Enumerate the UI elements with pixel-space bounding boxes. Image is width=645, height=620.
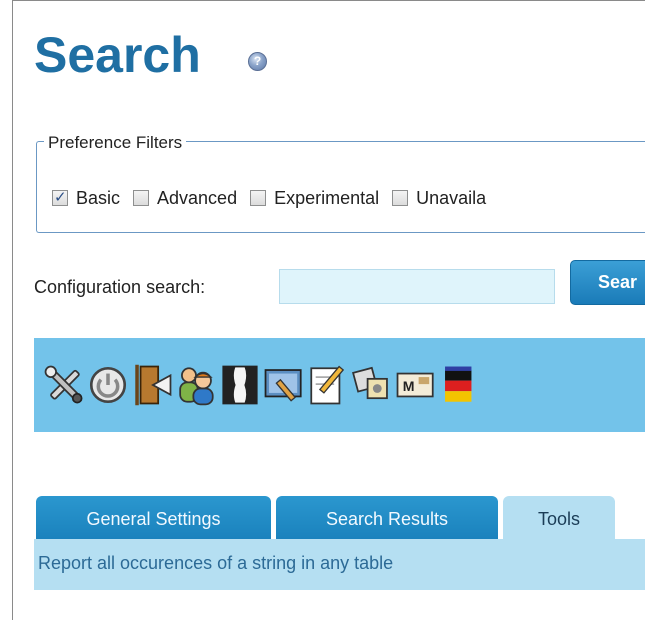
exit-door-icon[interactable]: [130, 358, 174, 412]
filter-basic[interactable]: Basic: [52, 188, 120, 209]
filter-unavailable-label: Unavaila: [416, 187, 487, 208]
checkbox-advanced[interactable]: [133, 190, 150, 206]
theme-icon[interactable]: [218, 358, 262, 412]
users-icon[interactable]: [174, 358, 218, 412]
preference-filter-options: Basic Advanced Experimental Unavaila: [52, 185, 499, 211]
svg-text:M: M: [403, 378, 415, 394]
admin-toolbar: M: [34, 338, 645, 432]
checkbox-unavailable[interactable]: [392, 190, 409, 206]
preference-filters-legend: Preference Filters: [44, 133, 187, 153]
checkbox-basic[interactable]: [52, 188, 68, 206]
tab-tools[interactable]: Tools: [503, 496, 615, 539]
tools-icon[interactable]: [42, 358, 86, 412]
power-icon[interactable]: [86, 358, 130, 412]
checkbox-experimental[interactable]: [250, 190, 267, 206]
tab-general-settings[interactable]: General Settings: [36, 496, 271, 539]
configuration-search-label: Configuration search:: [34, 277, 206, 297]
page-title: Search: [34, 27, 201, 83]
plugins-icon[interactable]: [350, 358, 394, 412]
configuration-search-input[interactable]: [279, 269, 555, 304]
filter-experimental-label: Experimental: [274, 187, 380, 208]
mail-icon[interactable]: M: [394, 358, 438, 412]
edit-icon[interactable]: [306, 358, 350, 412]
filter-basic-label: Basic: [76, 187, 121, 208]
search-button[interactable]: Sear: [570, 260, 645, 305]
tab-panel-description: Report all occurences of a string in any…: [38, 553, 394, 573]
filter-unavailable[interactable]: Unavaila: [392, 188, 486, 209]
filter-advanced[interactable]: Advanced: [133, 188, 237, 209]
frame-left-border: [12, 0, 13, 620]
appearance-icon[interactable]: [262, 358, 306, 412]
frame-top-border: [12, 0, 645, 1]
filter-experimental[interactable]: Experimental: [250, 188, 379, 209]
filter-advanced-label: Advanced: [157, 187, 238, 208]
settings-tabs: General Settings Search Results Tools: [36, 496, 620, 539]
question-mark-icon[interactable]: ?: [248, 52, 267, 71]
tab-search-results[interactable]: Search Results: [276, 496, 498, 539]
language-flag-icon[interactable]: [438, 358, 482, 412]
